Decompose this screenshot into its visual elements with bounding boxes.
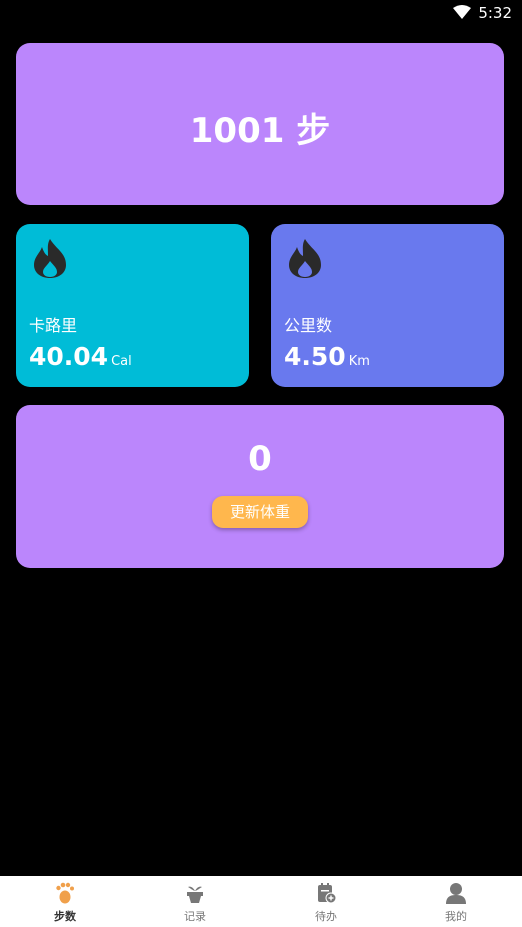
nav-item-todo[interactable]: 待办 <box>261 876 391 927</box>
update-weight-button[interactable]: 更新体重 <box>212 496 308 528</box>
calories-value-group: 40.04 Cal <box>29 342 132 371</box>
nav-item-records[interactable]: 记录 <box>130 876 260 927</box>
steps-card: 1001 步 <box>16 43 504 205</box>
status-bar: 5:32 <box>0 0 522 28</box>
status-time: 5:32 <box>478 4 512 22</box>
flame-icon <box>289 239 321 278</box>
calendar-add-icon <box>318 883 336 904</box>
nav-label: 步数 <box>54 910 76 923</box>
weight-value: 0 <box>248 439 272 479</box>
weight-card: 0 更新体重 <box>16 405 504 568</box>
distance-unit: Km <box>348 354 370 369</box>
nav-item-profile[interactable]: 我的 <box>391 876 521 927</box>
distance-card: 公里数 4.50 Km <box>271 224 504 387</box>
nav-label: 待办 <box>315 910 337 923</box>
flame-icon <box>34 239 66 278</box>
nav-label: 我的 <box>445 910 467 923</box>
bottom-nav: 步数 记录 待办 我的 <box>0 876 522 927</box>
nav-label: 记录 <box>184 910 206 923</box>
calories-label: 卡路里 <box>29 316 78 335</box>
calories-value: 40.04 <box>29 342 109 371</box>
distance-value: 4.50 <box>284 342 346 371</box>
step-count: 1001 步 <box>189 111 331 151</box>
calories-unit: Cal <box>111 354 132 369</box>
wifi-icon <box>453 5 471 19</box>
distance-label: 公里数 <box>284 316 333 335</box>
person-icon <box>446 883 466 904</box>
calories-card: 卡路里 40.04 Cal <box>16 224 249 387</box>
nav-item-steps[interactable]: 步数 <box>0 876 130 927</box>
footprint-icon <box>56 882 74 904</box>
plant-pot-icon <box>187 886 203 903</box>
distance-value-group: 4.50 Km <box>284 342 370 371</box>
